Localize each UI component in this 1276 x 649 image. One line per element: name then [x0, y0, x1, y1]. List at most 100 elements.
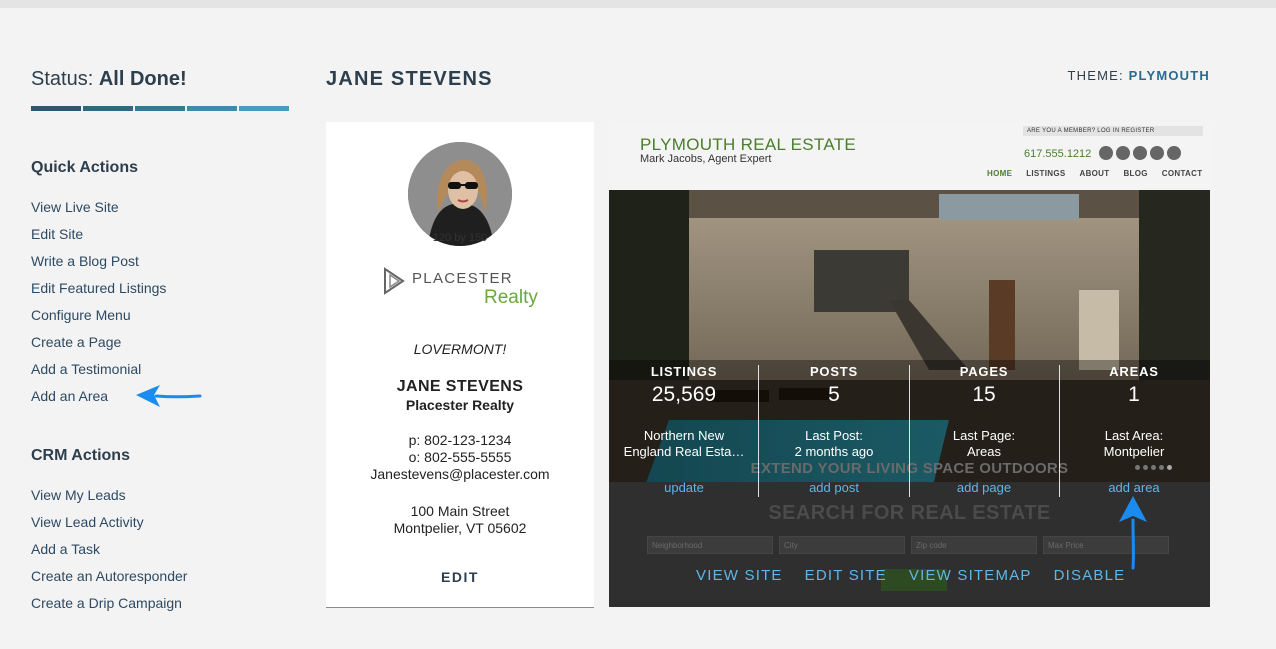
slider-dot — [1143, 465, 1148, 470]
quick-actions-list: View Live Site Edit Site Write a Blog Po… — [31, 198, 166, 414]
pinterest-icon — [1133, 146, 1147, 160]
facebook-icon — [1116, 146, 1130, 160]
profile-tagline: LOVERMONT! — [413, 341, 507, 357]
progress-segment — [83, 106, 133, 111]
preview-site-subtitle: Mark Jacobs, Agent Expert — [640, 153, 772, 165]
add-area-stat-link[interactable]: add area — [1059, 480, 1209, 495]
status-text: Status: All Done! — [31, 68, 187, 91]
stat-desc-line: England Real Esta… — [623, 444, 745, 459]
profile-email: Janestevens@placester.com — [370, 466, 550, 482]
create-autoresponder-link[interactable]: Create an Autoresponder — [31, 567, 187, 594]
stat-desc-line: Last Page: — [952, 428, 1016, 443]
avatar — [408, 142, 512, 246]
progress-segment — [135, 106, 185, 111]
preview-search-fields: Neighborhood City Zip code Max Price — [647, 536, 1169, 554]
progress-segment — [187, 106, 237, 111]
view-my-leads-link[interactable]: View My Leads — [31, 486, 187, 513]
crm-actions-heading: CRM Actions — [31, 447, 130, 464]
add-page-link[interactable]: add page — [909, 480, 1059, 495]
avatar-caption: 120 by 150 — [432, 232, 488, 244]
annotation-arrow-up-icon — [1119, 496, 1147, 570]
top-bar — [0, 0, 1276, 8]
logo-word-placester: PLACESTER — [412, 270, 513, 287]
progress-segment — [239, 106, 289, 111]
stat-desc: Last Page: Areas — [909, 428, 1059, 460]
stat-desc-line: Montpelier — [1103, 444, 1165, 459]
theme-indicator: THEME: PLYMOUTH — [1068, 68, 1210, 83]
preview-nav-blog: BLOG — [1123, 169, 1148, 178]
progress-segment — [31, 106, 81, 111]
avatar-photo-icon — [408, 142, 512, 246]
quick-actions-heading: Quick Actions — [31, 159, 138, 176]
placester-realty-logo: PLACESTER Realty — [382, 264, 552, 314]
preview-nav: HOME LISTINGS ABOUT BLOG CONTACT — [987, 169, 1202, 178]
status-progress-bar — [31, 106, 289, 111]
edit-site-button[interactable]: EDIT SITE — [805, 567, 887, 584]
edit-featured-listings-link[interactable]: Edit Featured Listings — [31, 279, 166, 306]
google-plus-icon — [1167, 146, 1181, 160]
profile-card: 120 by 150 PLACESTER Realty LOVERMONT! J… — [326, 122, 594, 608]
site-actions-bar: VIEW SITE EDIT SITE VIEW SITEMAP DISABLE — [696, 567, 1125, 584]
preview-nav-home: HOME — [987, 169, 1013, 178]
stat-value: 15 — [972, 383, 996, 406]
preview-phone: 617.555.1212 — [1024, 148, 1092, 160]
update-listings-link[interactable]: update — [609, 480, 759, 495]
edit-profile-button[interactable]: EDIT — [326, 569, 594, 585]
annotation-arrow-left-icon — [136, 385, 202, 407]
preview-field-neighborhood: Neighborhood — [647, 536, 773, 554]
site-name-title: JANE STEVENS — [326, 68, 493, 90]
logo-word-realty: Realty — [484, 287, 538, 308]
stat-desc-line: Last Post: — [805, 428, 863, 443]
view-live-site-link[interactable]: View Live Site — [31, 198, 166, 225]
stat-value: 5 — [828, 383, 840, 406]
preview-site-title: PLYMOUTH REAL ESTATE — [640, 135, 857, 154]
theme-name-link[interactable]: PLYMOUTH — [1129, 68, 1210, 83]
stat-value: 1 — [1128, 383, 1140, 406]
stat-label: PAGES — [959, 364, 1009, 379]
preview-member-bar: ARE YOU A MEMBER? LOG IN REGISTER — [1023, 126, 1203, 136]
preview-field-zip: Zip code — [911, 536, 1037, 554]
preview-nav-contact: CONTACT — [1161, 169, 1203, 178]
stat-desc: Last Post: 2 months ago — [759, 428, 909, 460]
view-sitemap-button[interactable]: VIEW SITEMAP — [909, 567, 1032, 584]
view-site-button[interactable]: VIEW SITE — [696, 567, 783, 584]
twitter-icon — [1150, 146, 1164, 160]
status-value: All Done! — [98, 68, 187, 90]
stat-desc-line: Areas — [967, 444, 1001, 459]
stat-desc-line: Last Area: — [1104, 428, 1164, 443]
stat-desc-line: 2 months ago — [794, 444, 874, 459]
slider-dot — [1167, 465, 1172, 470]
stat-label: LISTINGS — [650, 364, 718, 379]
stat-value: 25,569 — [651, 383, 717, 406]
view-lead-activity-link[interactable]: View Lead Activity — [31, 513, 187, 540]
linkedin-icon — [1099, 146, 1113, 160]
preview-social-icons — [1099, 146, 1181, 160]
write-blog-post-link[interactable]: Write a Blog Post — [31, 252, 166, 279]
crm-actions-list: View My Leads View Lead Activity Add a T… — [31, 486, 187, 621]
configure-menu-link[interactable]: Configure Menu — [31, 306, 166, 333]
preview-field-city: City — [779, 536, 905, 554]
add-post-link[interactable]: add post — [759, 480, 909, 495]
preview-nav-listings: LISTINGS — [1026, 169, 1066, 178]
preview-site-header: PLYMOUTH REAL ESTATE Mark Jacobs, Agent … — [609, 122, 1210, 190]
stat-label: POSTS — [809, 364, 859, 379]
profile-company: Placester Realty — [405, 397, 515, 413]
create-page-link[interactable]: Create a Page — [31, 333, 166, 360]
slider-dot — [1159, 465, 1164, 470]
add-testimonial-link[interactable]: Add a Testimonial — [31, 360, 166, 387]
profile-phone: p: 802-123-1234 — [408, 432, 512, 448]
profile-address-line1: 100 Main Street — [410, 503, 510, 519]
theme-label: THEME: — [1067, 68, 1124, 83]
edit-site-link[interactable]: Edit Site — [31, 225, 166, 252]
add-task-link[interactable]: Add a Task — [31, 540, 187, 567]
stat-desc: Northern New England Real Esta… — [609, 428, 759, 460]
create-drip-campaign-link[interactable]: Create a Drip Campaign — [31, 594, 187, 621]
preview-nav-about: ABOUT — [1079, 169, 1110, 178]
profile-address-line2: Montpelier, VT 05602 — [393, 520, 527, 536]
slider-dot — [1135, 465, 1140, 470]
status-label: Status: — [31, 68, 94, 90]
profile-name: JANE STEVENS — [396, 378, 524, 395]
stat-desc: Last Area: Montpelier — [1059, 428, 1209, 460]
stat-label: AREAS — [1109, 364, 1159, 379]
preview-slider-dots — [1135, 465, 1172, 470]
